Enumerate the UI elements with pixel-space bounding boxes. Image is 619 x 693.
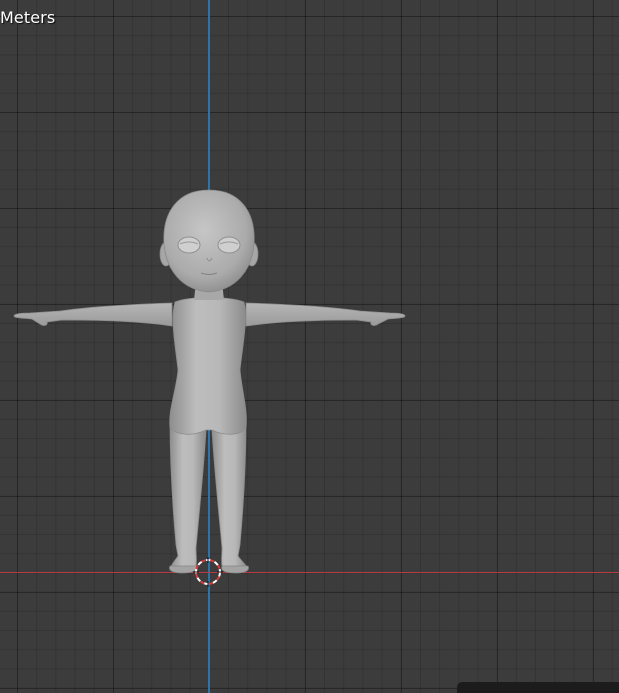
3d-cursor-icon[interactable]	[193, 557, 223, 587]
character-mesh[interactable]	[0, 0, 619, 693]
viewport-corner-panel	[457, 682, 619, 693]
right-foot	[221, 565, 249, 574]
right-arm	[245, 302, 406, 327]
left-eye	[177, 236, 201, 254]
left-arm	[13, 302, 173, 327]
grid-units-label: Meters	[0, 8, 56, 27]
head	[163, 189, 255, 293]
right-leg	[211, 419, 248, 572]
3d-viewport[interactable]: Meters	[0, 0, 619, 693]
right-eye	[217, 236, 241, 254]
torso	[169, 297, 247, 435]
left-leg	[169, 419, 207, 572]
